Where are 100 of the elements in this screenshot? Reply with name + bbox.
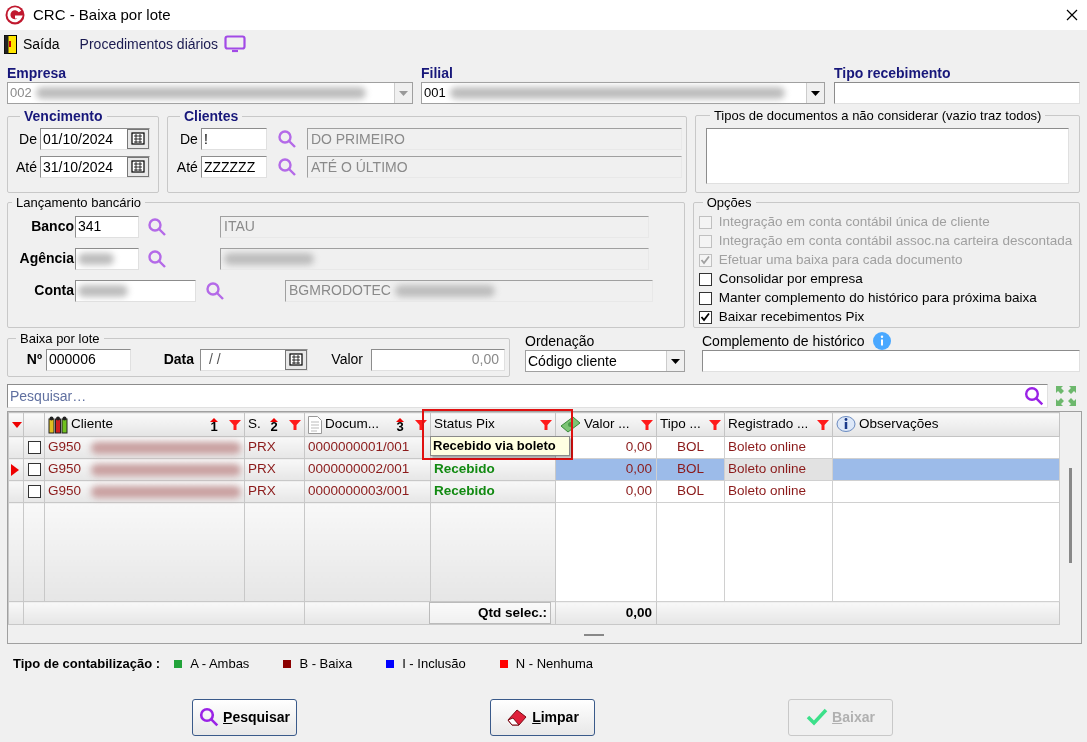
scrollbar[interactable] [1069,468,1072,563]
column-header[interactable]: Status Pix [430,412,556,437]
search-icon[interactable] [147,248,167,269]
legend-title: Tipo de contabilização : [13,655,161,673]
footer-label: Qtd selec.: [429,602,551,625]
field-value: ATÉ O ÚLTIMO [310,157,408,177]
sort-indicator[interactable]: 3 [396,417,404,432]
legend-item: I - Inclusão [402,655,466,673]
sort-indicator[interactable]: 1 [210,417,218,432]
input-field[interactable]: ! [200,128,267,150]
legend-item: B - Baixa [299,655,353,673]
sort-dropdown[interactable]: Código cliente [525,350,685,372]
table-cell-text: G950 [48,460,82,479]
action-button[interactable]: Pesquisar [192,698,297,736]
checkbox[interactable] [27,463,41,476]
text-area[interactable] [705,127,1069,184]
calendar-icon[interactable] [285,349,307,370]
exit-button[interactable]: Saída [4,33,60,55]
search-icon[interactable] [1024,386,1044,406]
filter-icon[interactable] [229,418,241,431]
field-label: Empresa [7,64,68,82]
filter-icon[interactable] [289,418,301,431]
branch-dropdown[interactable]: 001 [421,82,825,104]
search-field[interactable]: Pesquisar… [7,384,1048,408]
input-field[interactable]: 01/10/2024 [40,128,150,150]
row-indicator[interactable] [8,458,24,481]
dropdown-value: 002 [10,84,32,103]
column-header[interactable]: Valor ... [555,412,657,437]
field-label: Conta [34,282,74,298]
input-field[interactable]: 341 [75,215,139,238]
column-header[interactable]: Observações [832,412,1060,437]
column-header[interactable]: Docum... 3 [304,412,431,437]
filter-icon[interactable] [817,418,829,431]
input-field[interactable] [75,247,139,270]
input-field[interactable]: 000006 [46,348,131,371]
input-field[interactable] [702,350,1080,372]
field-value: ITAU [224,217,255,236]
field-label: De [179,130,198,147]
action-button[interactable]: Limpar [490,698,595,736]
input-field[interactable]: / / [200,348,308,371]
resize-handle[interactable] [584,634,604,636]
close-icon[interactable] [1066,9,1078,21]
calendar-icon[interactable] [127,157,149,177]
field-value: 341 [78,217,102,236]
search-icon[interactable] [147,216,167,237]
field-value: / / [209,350,221,369]
column-header[interactable]: Registrado ... [724,412,833,437]
input-field[interactable] [75,279,196,302]
filter-icon[interactable] [415,418,427,431]
field-value: ZZZZZZ [203,157,256,177]
checkbox[interactable] [698,291,712,305]
info-icon[interactable] [872,332,891,350]
calendar-icon[interactable] [127,129,149,149]
search-icon[interactable] [205,280,225,301]
app-logo-icon [5,5,25,25]
monitor-icon[interactable] [224,35,247,53]
search-icon[interactable] [276,157,297,177]
checkbox[interactable] [27,441,41,454]
info-icon [836,415,856,434]
input-field[interactable] [834,82,1080,104]
expand-icon[interactable] [1055,385,1077,407]
column-header[interactable]: S. 2 [244,412,305,437]
field-label: Banco [31,218,74,234]
table-cell-text: G950 [48,482,82,501]
field-label: Até [176,158,198,175]
checkbox-option[interactable]: Baixar recebimentos Pix [698,307,1074,327]
checkbox-option[interactable]: Consolidar por empresa [698,269,1074,289]
search-icon [199,707,220,727]
money-icon [559,415,581,434]
column-header[interactable]: Cliente 1 [44,412,245,437]
field-value: 0,00 [471,350,499,369]
field-value: DO PRIMEIRO [310,129,405,149]
tooltip: Recebido via boleto [430,436,570,456]
field-value: 000006 [49,350,96,369]
checkbox-option[interactable]: Manter complemento do histórico para próxima baixa [698,288,1074,308]
input-field[interactable]: 0,00 [371,348,505,371]
document-icon [308,415,322,434]
field-label: Ordenação [525,332,596,350]
column-header[interactable]: Tipo ... [656,412,725,437]
search-icon[interactable] [276,129,297,149]
caret-icon[interactable] [12,421,22,428]
check-icon [806,708,829,726]
filter-icon[interactable] [641,418,653,431]
filter-icon[interactable] [709,418,721,431]
sort-indicator[interactable]: 2 [270,417,278,432]
door-icon [4,34,17,54]
toolbar-button[interactable]: Procedimentos diários [79,33,219,55]
group-title: Opções [705,194,753,212]
checkbox[interactable] [698,310,712,324]
field-label: De [19,130,37,147]
field-label: Tipo recebimento [834,64,952,82]
dropdown-value: Código cliente [528,352,617,369]
field-label: Complemento de histórico [702,331,865,351]
checkbox[interactable] [698,272,712,286]
filter-icon[interactable] [540,418,552,431]
table-cell[interactable]: Boleto online [724,480,833,503]
input-field[interactable]: ZZZZZZ [200,156,267,178]
checkbox[interactable] [27,485,41,498]
table-cell: Recebido [434,461,495,477]
input-field[interactable]: 31/10/2024 [40,156,150,178]
